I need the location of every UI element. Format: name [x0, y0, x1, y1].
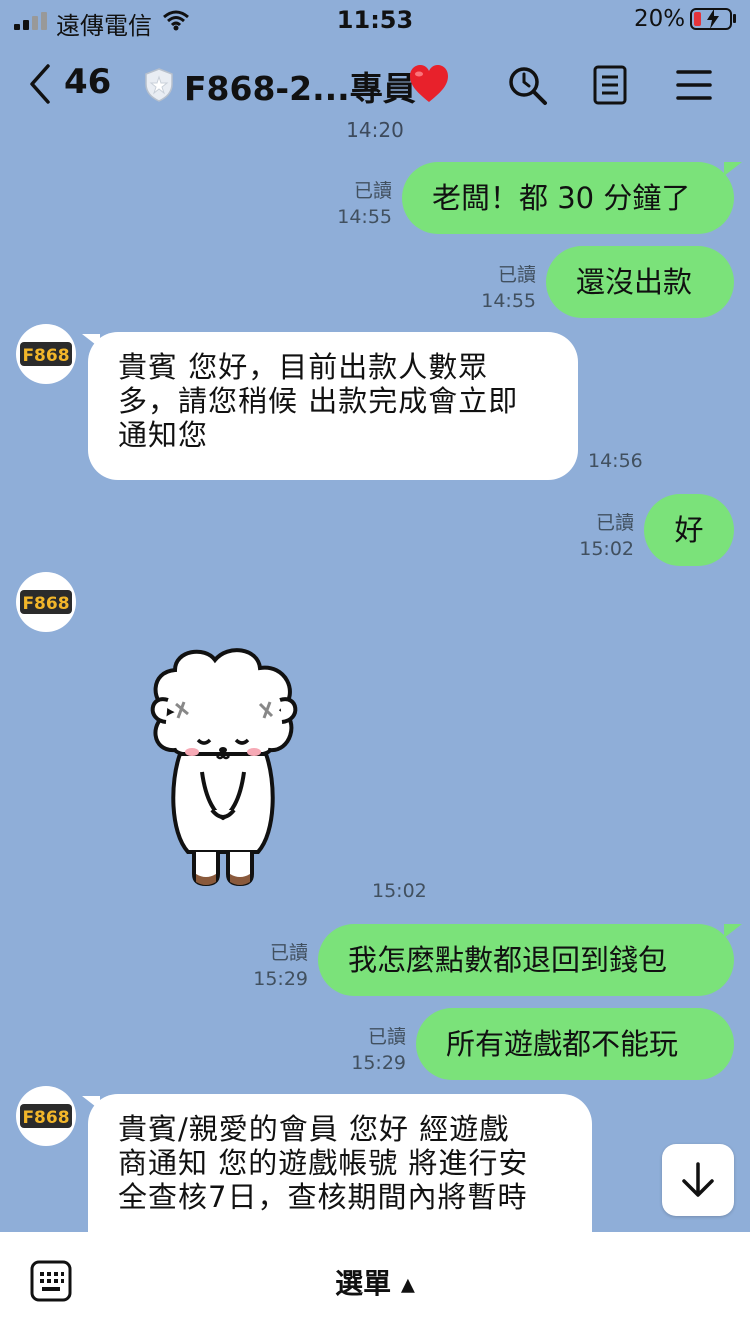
message-line: 貴賓 您好，目前出款人數眾 — [118, 350, 489, 384]
scroll-down-icon — [682, 1162, 714, 1197]
message-line: 通知您 — [118, 418, 209, 452]
message-line: 多，請您稍候 出款完成會立即 — [118, 384, 519, 418]
f868-logo-icon: F868 — [20, 1104, 72, 1128]
read-receipt: 已讀 14:55 — [481, 264, 536, 312]
message-bubble-outgoing[interactable]: 我怎麼點數都退回到錢包 — [318, 924, 734, 996]
svg-text:F868: F868 — [22, 594, 69, 614]
bubble-tail — [724, 162, 742, 176]
battery-charging-icon — [690, 8, 732, 30]
unread-count[interactable]: 46 — [64, 62, 111, 102]
message-bubble-incoming[interactable]: 貴賓/親愛的會員 您好 經遊戲 商通知 您的遊戲帳號 將進行安 全查核7日，查核… — [88, 1094, 592, 1232]
message-line: 全查核7日，查核期間內將暫時 — [118, 1180, 528, 1214]
partial-timestamp: 14:20 — [346, 118, 404, 142]
battery-tip — [733, 14, 736, 23]
svg-text:F868: F868 — [22, 1108, 69, 1128]
read-receipt: 已讀 14:55 — [337, 180, 392, 228]
read-receipt: 已讀 15:29 — [253, 942, 308, 990]
notes-icon[interactable] — [592, 64, 628, 106]
scroll-down-button[interactable] — [662, 1144, 734, 1216]
message-bubble-outgoing[interactable]: 好 — [644, 494, 734, 566]
avatar[interactable]: F868 — [16, 572, 76, 632]
battery-percent: 20% — [634, 6, 686, 32]
message-bubble-incoming[interactable]: 貴賓 您好，目前出款人數眾 多，請您稍候 出款完成會立即 通知您 — [88, 332, 578, 480]
svg-text:F868: F868 — [22, 346, 69, 366]
menu-icon[interactable] — [676, 64, 712, 106]
chat-area[interactable]: 14:20 已讀 14:55 老闆！都 30 分鐘了 已讀 14:55 還沒出款 F… — [0, 110, 750, 1232]
message-time: 14:56 — [588, 450, 643, 472]
chat-title[interactable]: F868-2...專員 — [184, 62, 416, 110]
battery-fill — [694, 12, 701, 26]
message-bubble-outgoing[interactable]: 老闆！都 30 分鐘了 — [402, 162, 734, 234]
message-line: 商通知 您的遊戲帳號 將進行安 — [118, 1146, 529, 1180]
bubble-tail — [724, 924, 742, 938]
back-chevron-icon[interactable] — [26, 62, 54, 106]
read-receipt: 已讀 15:29 — [351, 1026, 406, 1074]
message-bubble-outgoing[interactable]: 還沒出款 — [546, 246, 734, 318]
search-icon[interactable] — [506, 64, 548, 106]
bottom-menu-bar: 選單 ▴ — [0, 1232, 750, 1334]
message-bubble-outgoing[interactable]: 所有遊戲都不能玩 — [416, 1008, 734, 1080]
read-receipt: 已讀 15:02 — [579, 512, 634, 560]
menu-toggle[interactable]: 選單 ▴ — [0, 1262, 750, 1302]
status-bar: 遠傳電信 11:53 20% — [0, 0, 750, 42]
charging-bolt-icon — [707, 9, 719, 29]
message-time: 15:02 — [372, 880, 427, 902]
f868-logo-icon: F868 — [20, 590, 72, 614]
bowing-sheep-sticker[interactable] — [140, 642, 310, 892]
avatar[interactable]: F868 — [16, 324, 76, 384]
avatar[interactable]: F868 — [16, 1086, 76, 1146]
message-line: 貴賓/親愛的會員 您好 經遊戲 — [118, 1112, 510, 1146]
f868-logo-icon: F868 — [20, 342, 72, 366]
shield-badge-icon — [145, 68, 173, 102]
heart-icon — [410, 65, 448, 102]
